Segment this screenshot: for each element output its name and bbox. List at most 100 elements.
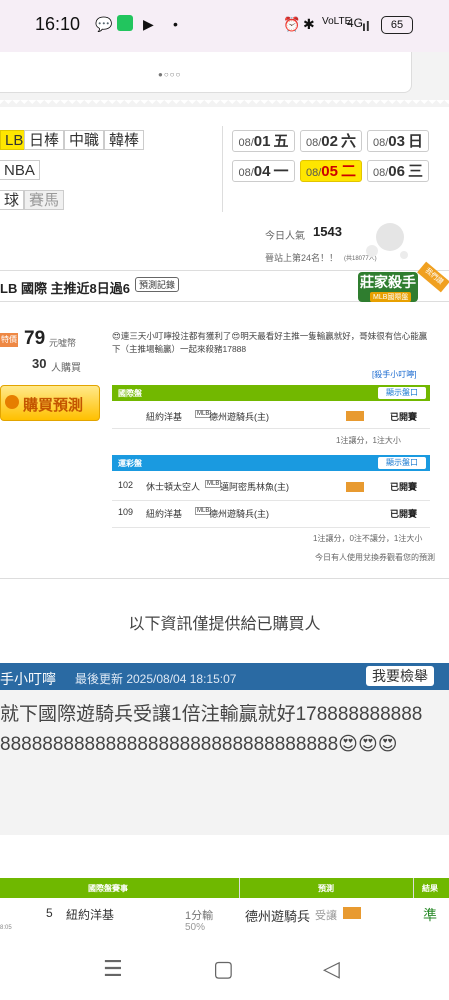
signal-icon: 4G (347, 16, 364, 30)
today-count: 1543 (313, 224, 342, 239)
buyers-unit: 人購買 (51, 363, 81, 374)
announcement-line-2: 88888888888888888888888888888888😍😍😍 (0, 734, 398, 755)
tab-horse[interactable]: 賽馬 (24, 190, 65, 210)
buyers-count: 30 (32, 356, 47, 371)
table-title: 國際盤 (118, 389, 142, 398)
home-icon[interactable]: ▢ (213, 956, 234, 982)
sports-lottery-table-header: 運彩盤 顯示盤口 (112, 455, 430, 471)
line-value: 1分輸 (185, 910, 214, 922)
tab-nba[interactable]: NBA (0, 160, 40, 180)
away-team: 紐約洋基 (146, 509, 183, 519)
date-day: 05 (321, 163, 338, 180)
date-md: 08/ (372, 137, 389, 149)
date-weekday: 五 (273, 133, 289, 150)
badge-league: MLB國際盤 (370, 292, 412, 302)
date-weekday: 一 (273, 163, 289, 180)
match-status: 已開賽 (390, 482, 418, 492)
header-matches: 國際盤賽事 (88, 884, 128, 893)
tab-cpbl[interactable]: 中職 (64, 130, 105, 150)
main-pick-tag (346, 482, 364, 492)
table-row: 紐約洋基 MLB 德州遊騎兵(主) 已開賽 (112, 404, 430, 429)
tipster-message: 😍連三天小叮嚀投注都有獲利了😍明天最看好主推一隻輸贏就好，哥妹很有信心能贏下（主… (112, 331, 428, 354)
report-button[interactable]: 我要檢舉 (366, 666, 434, 686)
date-tab-0806[interactable]: 08/06 三 (367, 160, 429, 182)
league-tag: MLB (205, 480, 222, 488)
sale-tag-icon: 特價 (0, 333, 18, 347)
date-day: 06 (388, 163, 405, 180)
date-tab-0802[interactable]: 08/02 六 (300, 130, 362, 152)
away-team: 紐約洋基 (146, 412, 183, 422)
date-weekday: 二 (341, 163, 357, 180)
main-pick-tag (343, 907, 361, 919)
purchased-only-notice: 以下資訊僅提供給已購買人 (128, 616, 321, 633)
match-status: 已開賽 (390, 412, 418, 422)
date-md: 08/ (305, 167, 322, 179)
results-table-header: 國際盤賽事 預測 結果 (0, 878, 449, 898)
table-title: 運彩盤 (118, 459, 142, 468)
coin-icon (5, 395, 19, 409)
price-unit: 元噓幣 (49, 338, 77, 348)
header-prediction: 預測 (318, 884, 334, 893)
game-no: 109 (118, 507, 134, 517)
game-no: 5 (46, 906, 53, 920)
signal-bars-icon: ıl (362, 18, 370, 34)
team-name: 紐約洋基 (66, 908, 115, 922)
table-row: 8:05 5 紐約洋基 1分輸 50% 德州遊騎兵 受讓 準 (0, 898, 449, 943)
date-tab-0804[interactable]: 08/04 一 (232, 160, 295, 182)
price-value: 79 (24, 328, 46, 349)
announcement-title: 手小叮嚀 (0, 671, 56, 687)
table-row: 102 休士頓太空人 MLB 邁阿密馬林魚(主) 已開賽 (112, 474, 430, 501)
date-day: 01 (253, 133, 271, 150)
tab-soccer[interactable]: 球 (0, 190, 25, 210)
buy-label: 購買預測 (23, 397, 84, 414)
table-row: 109 紐約洋基 MLB 德州遊騎兵(主) 已開賽 (112, 501, 430, 528)
prediction-record-button[interactable]: 預測記錄 (135, 277, 180, 292)
show-odds-button[interactable]: 顯示盤口 (378, 387, 426, 399)
match-status: 已開賽 (390, 509, 418, 519)
alarm-icon: ⏰ (283, 16, 301, 32)
date-md: 08/ (305, 137, 322, 149)
redeem-note: 今日有人使用兌換券觀看您的預測 (315, 553, 435, 562)
menu-icon[interactable]: ☰ (103, 956, 123, 982)
tipster-link[interactable]: [殺手小叮嚀] (372, 369, 416, 380)
battery-icon: 65 (381, 16, 413, 34)
line-pct: 50% (185, 922, 206, 933)
last-updated: 最後更新 2025/08/04 18:15:07 (75, 672, 237, 686)
match-time: 8:05 (0, 925, 12, 931)
carousel-dots[interactable]: ●○○○ (158, 70, 181, 79)
section-divider (0, 578, 449, 579)
tab-kbo[interactable]: 韓棒 (104, 130, 145, 150)
date-day: 02 (321, 133, 338, 150)
nav-divider (222, 126, 223, 212)
rank-text: 晉站上第24名！！ (265, 253, 339, 263)
date-weekday: 日 (408, 133, 424, 150)
bluetooth-icon: ✱ (303, 16, 315, 32)
app-icon (117, 15, 133, 31)
buy-prediction-button[interactable]: 購買預測 (0, 385, 100, 421)
back-icon[interactable]: ◁ (323, 956, 340, 982)
tab-npb[interactable]: 日棒 (24, 130, 65, 150)
date-tab-0805[interactable]: 08/05 二 (300, 160, 362, 182)
date-tab-0801[interactable]: 08/01 五 (232, 130, 295, 152)
result-value: 準 (423, 907, 437, 923)
date-md: 08/ (238, 167, 254, 179)
date-weekday: 六 (341, 133, 357, 150)
table-footer: 1注讓分，0注不讓分，1注大小 (313, 534, 423, 543)
divider-zigzag (0, 100, 449, 110)
date-tab-0803[interactable]: 08/03 日 (367, 130, 429, 152)
table-footer: 1注讓分，1注大小 (336, 436, 401, 445)
dot-icon: • (173, 16, 178, 32)
pick-team: 德州遊騎兵 (245, 909, 311, 924)
date-md: 08/ (372, 167, 389, 179)
system-nav-bar: ☰ ▢ ◁ (0, 942, 449, 1000)
away-team: 休士頓太空人 (146, 482, 201, 492)
show-odds-button[interactable]: 顯示盤口 (378, 457, 426, 469)
home-team: 邁阿密馬林魚(主) (220, 482, 289, 492)
today-label: 今日人氣 (265, 231, 305, 242)
pick-type: 受讓 (315, 910, 337, 922)
game-no: 102 (118, 480, 134, 490)
header-result: 結果 (422, 884, 438, 893)
youtube-icon: ▶ (143, 16, 154, 32)
page-title: LB 國際 主推近8日過6 (0, 281, 131, 296)
chat-icon: 💬 (95, 16, 113, 32)
